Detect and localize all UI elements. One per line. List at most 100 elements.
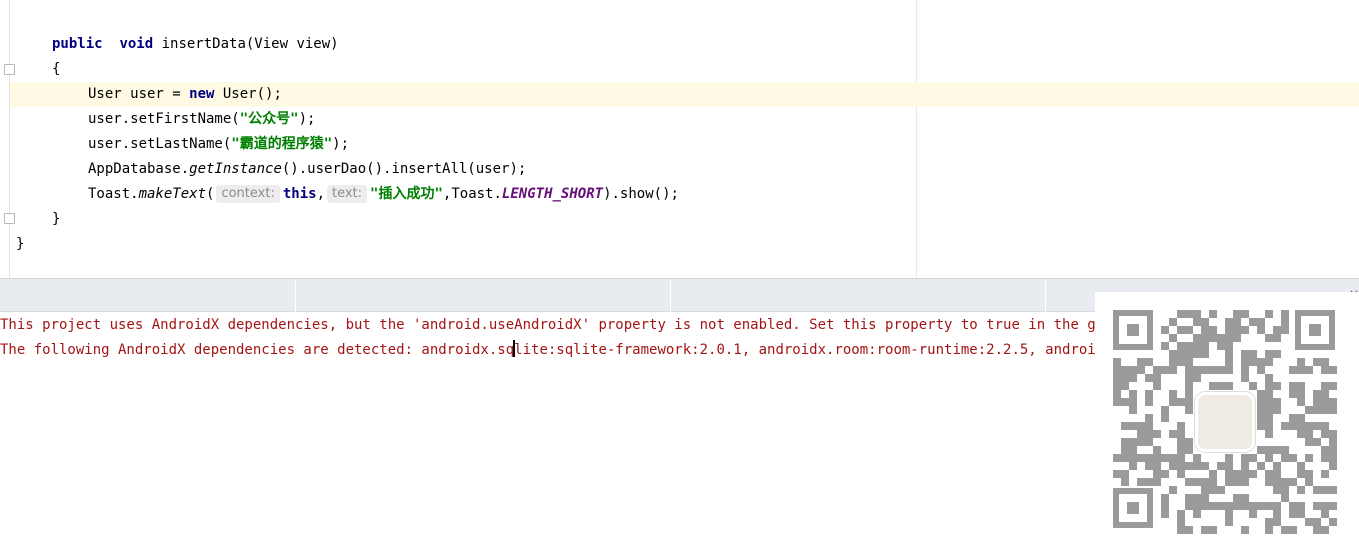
qr-module (1169, 390, 1177, 398)
qr-module (1249, 358, 1257, 366)
qr-module (1265, 382, 1273, 390)
qr-module (1321, 502, 1329, 510)
qr-module (1113, 374, 1121, 382)
code-line-5[interactable]: user.setLastName("霸道的程序猿"); (88, 132, 349, 157)
qr-module (1185, 438, 1193, 446)
qr-module (1265, 478, 1273, 486)
qr-module (1129, 390, 1137, 398)
qr-module (1145, 398, 1153, 406)
qr-module (1289, 390, 1297, 398)
fold-marker-icon[interactable] (4, 64, 15, 75)
qr-module (1321, 430, 1329, 438)
qr-module (1257, 462, 1265, 470)
qr-finder-pattern (1113, 488, 1153, 528)
qr-module (1209, 478, 1217, 486)
qr-module (1233, 494, 1241, 502)
qr-module (1177, 462, 1185, 470)
qr-module (1177, 446, 1185, 454)
watermark-qr-code (1095, 292, 1359, 538)
qr-module (1201, 366, 1209, 374)
qr-module (1177, 342, 1185, 350)
qr-module (1209, 334, 1217, 342)
qr-module (1241, 350, 1249, 358)
code-line-8[interactable]: } (52, 207, 60, 232)
qr-module (1209, 486, 1217, 494)
qr-module (1193, 502, 1201, 510)
code-line-2[interactable]: { (52, 57, 60, 82)
qr-module (1329, 454, 1337, 462)
qr-module (1209, 502, 1217, 510)
qr-module (1225, 366, 1233, 374)
qr-module (1185, 502, 1193, 510)
qr-module (1281, 318, 1289, 326)
qr-module (1193, 350, 1201, 358)
code-token: } (16, 236, 25, 252)
qr-module (1273, 510, 1281, 518)
qr-module (1241, 462, 1249, 470)
qr-module (1129, 438, 1137, 446)
qr-module (1281, 478, 1289, 486)
qr-module (1185, 406, 1193, 414)
qr-module (1169, 398, 1177, 406)
qr-module (1145, 374, 1153, 382)
code-line-3[interactable]: User user = new User(); (88, 82, 282, 107)
qr-module (1121, 470, 1129, 478)
qr-module (1273, 326, 1281, 334)
tab-separator (670, 279, 671, 312)
qr-module (1201, 326, 1209, 334)
qr-module (1313, 406, 1321, 414)
parameter-hint: context: (216, 185, 280, 203)
qr-module (1265, 398, 1273, 406)
qr-module (1265, 350, 1273, 358)
console-message-line[interactable]: This project uses AndroidX dependencies,… (0, 313, 1273, 338)
qr-module (1289, 478, 1297, 486)
qr-module (1153, 454, 1161, 462)
qr-module (1273, 382, 1281, 390)
qr-module (1161, 342, 1169, 350)
qr-module (1265, 470, 1273, 478)
qr-module (1137, 358, 1145, 366)
qr-module (1241, 366, 1249, 374)
qr-module (1129, 398, 1137, 406)
qr-module (1217, 366, 1225, 374)
code-editor[interactable]: public void insertData(View view) { User… (0, 0, 1359, 278)
qr-module (1185, 350, 1193, 358)
qr-module (1297, 382, 1305, 390)
qr-module (1321, 398, 1329, 406)
qr-module (1265, 406, 1273, 414)
code-line-9[interactable]: } (16, 232, 24, 257)
qr-module (1281, 486, 1289, 494)
qr-module (1217, 334, 1225, 342)
qr-module (1169, 366, 1177, 374)
qr-module (1305, 454, 1313, 462)
qr-module (1129, 454, 1137, 462)
code-line-4[interactable]: user.setFirstName("公众号"); (88, 107, 315, 132)
qr-module (1121, 398, 1129, 406)
qr-module (1313, 526, 1321, 534)
qr-module (1129, 446, 1137, 454)
qr-module (1329, 486, 1337, 494)
qr-module (1185, 446, 1193, 454)
code-line-7[interactable]: Toast.makeText(context: this, text: "插入成功",… (88, 182, 679, 207)
qr-module (1201, 318, 1209, 326)
qr-module (1241, 374, 1249, 382)
code-token: user.setLastName( (88, 136, 232, 152)
qr-module (1257, 446, 1265, 454)
qr-module (1161, 494, 1169, 502)
qr-module (1217, 486, 1225, 494)
code-line-1[interactable]: public void insertData(View view) (52, 32, 339, 57)
qr-module (1161, 502, 1169, 510)
qr-module (1249, 318, 1257, 326)
code-token: , (316, 186, 325, 202)
qr-module (1193, 318, 1201, 326)
qr-module (1297, 470, 1305, 478)
console-message-line[interactable]: The following AndroidX dependencies are … (0, 338, 1273, 363)
qr-module (1273, 334, 1281, 342)
qr-module (1313, 390, 1321, 398)
qr-module (1145, 422, 1153, 430)
qr-module (1233, 310, 1241, 318)
qr-module (1297, 366, 1305, 374)
qr-module (1201, 478, 1209, 486)
fold-marker-icon[interactable] (4, 213, 15, 224)
code-line-6[interactable]: AppDatabase.getInstance().userDao().inse… (88, 157, 526, 182)
